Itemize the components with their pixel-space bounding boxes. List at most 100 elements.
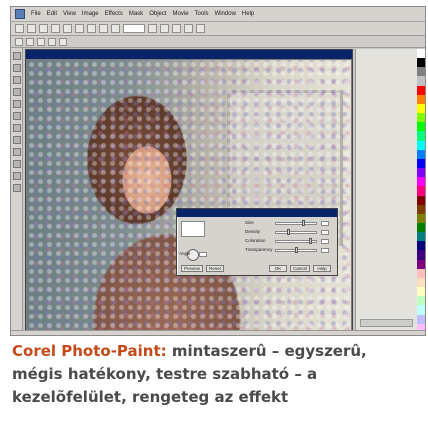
palette-swatch[interactable] — [417, 140, 425, 150]
property-bar — [11, 36, 425, 48]
size-slider[interactable] — [275, 222, 317, 225]
menu-movie[interactable]: Movie — [173, 11, 189, 17]
palette-swatch[interactable] — [417, 232, 425, 242]
pick-tool-icon[interactable] — [12, 52, 21, 60]
palette-swatch[interactable] — [417, 296, 425, 306]
palette-swatch[interactable] — [417, 195, 425, 205]
zoom-icon[interactable] — [148, 24, 157, 33]
text-tool-icon[interactable] — [12, 124, 21, 132]
palette-swatch[interactable] — [417, 204, 425, 214]
density-slider[interactable] — [275, 231, 317, 234]
palette-swatch[interactable] — [417, 94, 425, 104]
help-button[interactable]: Help — [313, 265, 331, 272]
object-icon[interactable] — [184, 24, 193, 33]
eraser-tool-icon[interactable] — [12, 112, 21, 120]
effects-icon[interactable] — [196, 24, 205, 33]
palette-swatch[interactable] — [417, 49, 425, 59]
size-value-field[interactable] — [321, 221, 329, 226]
palette-swatch[interactable] — [417, 149, 425, 159]
prop-tool-4-icon[interactable] — [48, 37, 56, 46]
cancel-button[interactable]: Cancel — [290, 265, 310, 272]
preview-button[interactable]: Preview — [181, 265, 203, 272]
palette-swatch[interactable] — [417, 131, 425, 141]
document-titlebar[interactable] — [26, 50, 352, 59]
palette-swatch[interactable] — [417, 259, 425, 269]
menu-edit[interactable]: Edit — [47, 11, 57, 17]
undo-icon[interactable] — [99, 24, 108, 33]
dialog-titlebar[interactable] — [177, 209, 337, 217]
canvas-image[interactable] — [27, 60, 351, 330]
open-file-icon[interactable] — [27, 24, 36, 33]
effect-tool-icon[interactable] — [12, 172, 21, 180]
reset-button[interactable]: Reset — [206, 265, 224, 272]
palette-swatch[interactable] — [417, 314, 425, 324]
density-slider-thumb[interactable] — [287, 229, 290, 235]
prop-tool-5-icon[interactable] — [59, 37, 67, 46]
menu-image[interactable]: Image — [82, 11, 99, 17]
transparency-value-field[interactable] — [321, 248, 329, 253]
transparency-slider-thumb[interactable] — [295, 247, 298, 253]
prop-tool-3-icon[interactable] — [37, 37, 45, 46]
prop-tool-1-icon[interactable] — [15, 37, 23, 46]
clone-tool-icon[interactable] — [12, 184, 21, 192]
palette-swatch[interactable] — [417, 168, 425, 178]
prop-tool-2-icon[interactable] — [26, 37, 34, 46]
palette-swatch[interactable] — [417, 213, 425, 223]
menu-mask[interactable]: Mask — [129, 11, 143, 17]
palette-swatch[interactable] — [417, 305, 425, 315]
paste-icon[interactable] — [87, 24, 96, 33]
palette-swatch[interactable] — [417, 58, 425, 68]
menu-object[interactable]: Object — [149, 11, 166, 17]
palette-swatch[interactable] — [417, 241, 425, 251]
cut-icon[interactable] — [63, 24, 72, 33]
save-icon[interactable] — [39, 24, 48, 33]
image-caption: Corel Photo-Paint: mintaszerû – egysze­r… — [12, 340, 418, 409]
hand-icon[interactable] — [160, 24, 169, 33]
eyedropper-tool-icon[interactable] — [12, 100, 21, 108]
mask-tool-icon[interactable] — [12, 64, 21, 72]
palette-swatch[interactable] — [417, 113, 425, 123]
menu-bar: File Edit View Image Effects Mask Object… — [11, 7, 425, 22]
menu-tools[interactable]: Tools — [195, 11, 209, 17]
docker-footer[interactable] — [360, 319, 413, 327]
menu-help[interactable]: Help — [242, 11, 254, 17]
palette-swatch[interactable] — [417, 186, 425, 196]
palette-swatch[interactable] — [417, 122, 425, 132]
palette-swatch[interactable] — [417, 287, 425, 297]
palette-swatch[interactable] — [417, 67, 425, 77]
menu-effects[interactable]: Effects — [105, 11, 123, 17]
copy-icon[interactable] — [75, 24, 84, 33]
new-file-icon[interactable] — [15, 24, 24, 33]
density-value-field[interactable] — [321, 230, 329, 235]
redo-icon[interactable] — [111, 24, 120, 33]
effect-dialog: Angle Size Density Coloration Transparen… — [176, 208, 338, 276]
palette-swatch[interactable] — [417, 85, 425, 95]
angle-label: Angle — [179, 251, 191, 256]
coloration-value-field[interactable] — [321, 239, 329, 244]
zoom-tool-icon[interactable] — [12, 88, 21, 96]
mask-icon[interactable] — [172, 24, 181, 33]
fill-tool-icon[interactable] — [12, 136, 21, 144]
menu-file[interactable]: File — [31, 11, 41, 17]
coloration-slider-thumb[interactable] — [309, 238, 312, 244]
size-label: Size — [245, 220, 254, 225]
palette-swatch[interactable] — [417, 158, 425, 169]
print-icon[interactable] — [51, 24, 60, 33]
paint-tool-icon[interactable] — [12, 160, 21, 168]
menu-view[interactable]: View — [63, 11, 76, 17]
ok-button[interactable]: OK — [269, 265, 287, 272]
palette-swatch[interactable] — [417, 250, 425, 260]
palette-swatch[interactable] — [417, 277, 425, 288]
palette-swatch[interactable] — [417, 103, 425, 114]
palette-swatch[interactable] — [417, 222, 425, 233]
palette-swatch[interactable] — [417, 76, 425, 86]
standard-toolbar — [11, 22, 425, 36]
palette-swatch[interactable] — [417, 268, 425, 278]
shape-tool-icon[interactable] — [12, 148, 21, 156]
palette-swatch[interactable] — [417, 177, 425, 187]
size-slider-thumb[interactable] — [302, 220, 305, 226]
crop-tool-icon[interactable] — [12, 76, 21, 84]
menu-window[interactable]: Window — [215, 11, 236, 17]
zoom-select[interactable] — [123, 24, 145, 33]
angle-value-field[interactable] — [199, 252, 207, 257]
